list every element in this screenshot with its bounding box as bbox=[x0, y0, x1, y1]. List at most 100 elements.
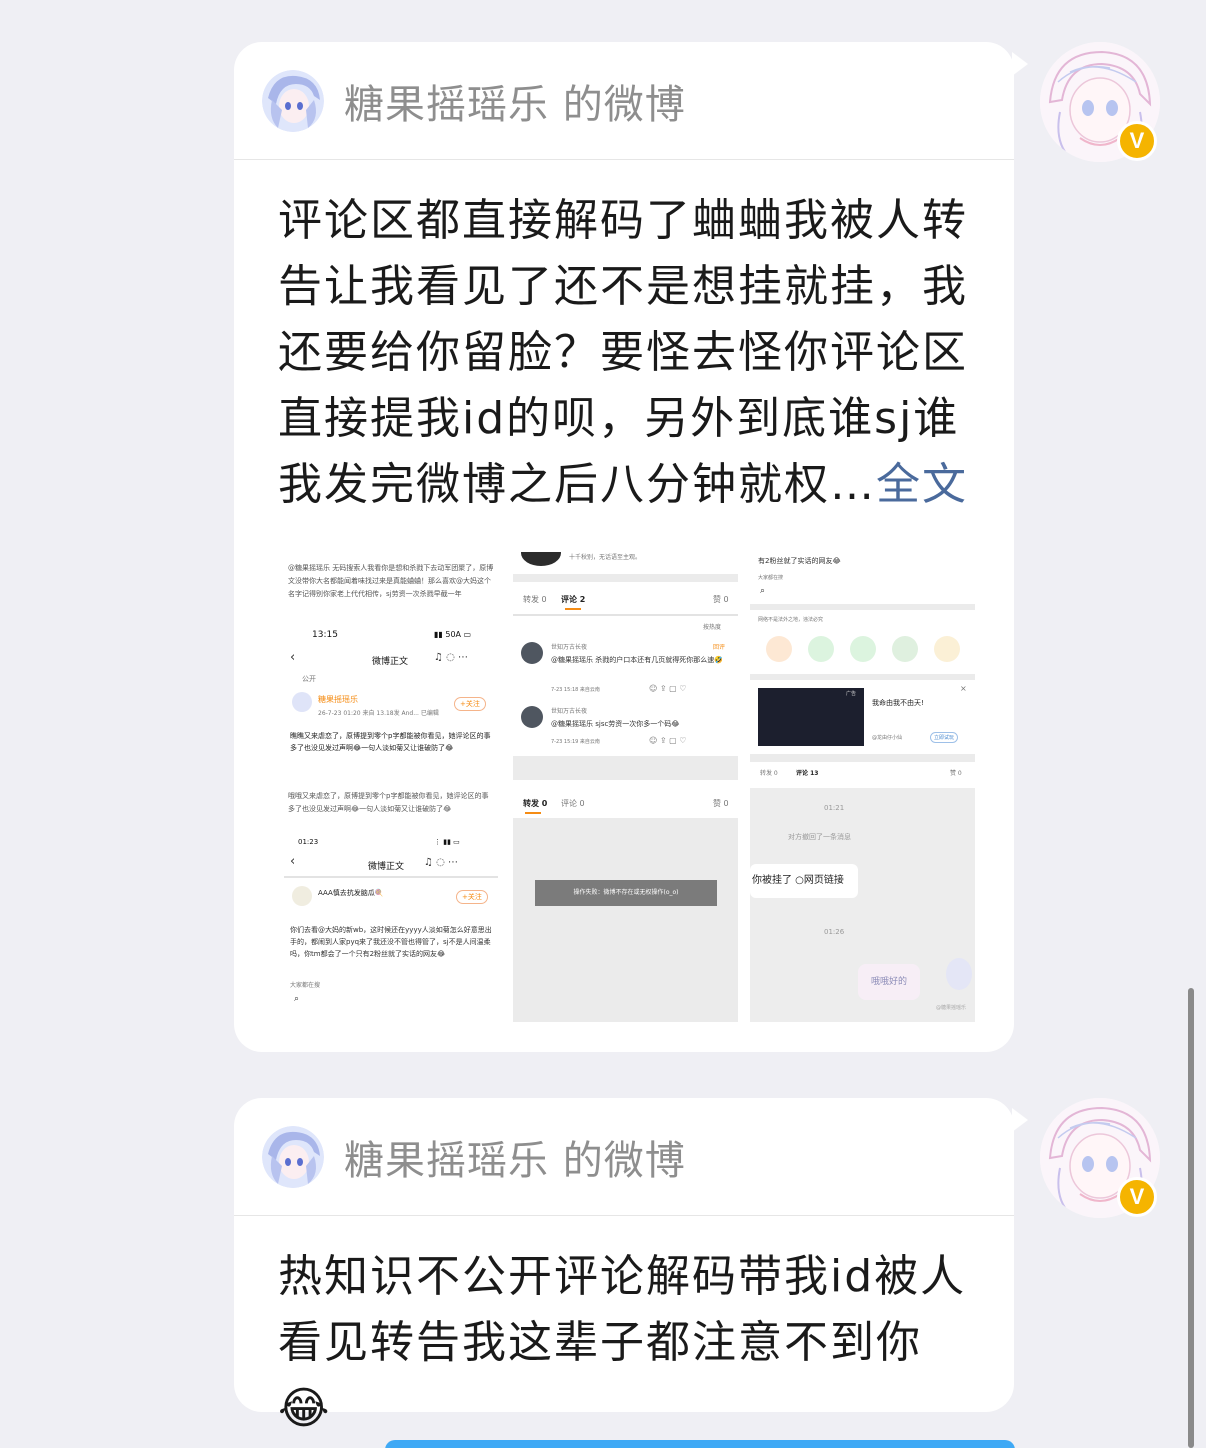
share-moments-icon bbox=[850, 636, 876, 662]
middle-tab2-like: 赞 0 bbox=[713, 799, 729, 808]
right-gap-1 bbox=[750, 604, 975, 610]
post-body: 热知识不公开评论解码带我id被人看见转告我这辈子都注意不到你 bbox=[278, 1251, 967, 1368]
right-share-hint: 网络不是法外之地，违法必究 bbox=[758, 617, 824, 623]
left-back-icon: ‹ bbox=[290, 650, 296, 665]
left-back-icon-2: ‹ bbox=[290, 854, 296, 869]
left-nav-icons-1: ♫ ◌ ⋯ bbox=[434, 652, 469, 663]
left-body-1: 瞧瞧又来虐恋了，原博提到零个p字都能被你看见，她评论区的事多了也没见发过声啊😂一… bbox=[290, 732, 491, 752]
left-caption-top: @糖果摇瑶乐 无码搜索人我看你是想和杀戮下去动军团聚了，原博文没带你大名都能闻着… bbox=[288, 564, 494, 598]
post-text: 评论区都直接解码了蛐蛐我被人转告让我看见了还不是想挂就挂，我还要给你留脸？要怪去… bbox=[234, 160, 1014, 518]
middle-divider-1 bbox=[513, 614, 738, 616]
right-sticker-avatar-icon bbox=[946, 958, 972, 990]
message-card-2[interactable]: 糖果摇瑶乐 的微博 热知识不公开评论解码带我id被人看见转告我这辈子都注意不到你… bbox=[234, 1098, 1028, 1434]
card-header[interactable]: 糖果摇瑶乐 的微博 bbox=[234, 1098, 1014, 1216]
left-poster-name-1: 糖果摇瑶乐 bbox=[318, 695, 358, 704]
middle-c1-text: @糖果摇瑶乐 杀戮的户口本还有几页就得死你那么速🤣 bbox=[551, 656, 723, 664]
middle-empty-area bbox=[513, 818, 738, 1022]
post-body: 评论区都直接解码了蛐蛐我被人转告让我看见了还不是想挂就挂，我还要给你留脸？要怪去… bbox=[278, 195, 968, 510]
middle-tab-repost: 转发 0 bbox=[523, 595, 547, 604]
left-date-1: 26-7-23 01:20 来自 13.18发 And... 已编辑 bbox=[318, 710, 439, 717]
middle-error-toast: 操作失败：微博不存在或无权操作(o_o) bbox=[535, 880, 717, 906]
left-nav-title-1: 微博正文 bbox=[372, 657, 409, 667]
right-chat-sticker: 哦哦好的 bbox=[858, 964, 920, 1000]
left-poster-avatar-icon-2 bbox=[292, 886, 312, 906]
left-time-2: 01:23 bbox=[298, 838, 319, 846]
middle-c2-text: @糖果摇瑶乐 sjsc劳资一次你多一个码😂 bbox=[551, 720, 680, 728]
verified-badge-icon: V bbox=[1117, 1177, 1157, 1217]
middle-tab-underline bbox=[565, 608, 581, 610]
left-public-label: 公开 bbox=[302, 675, 316, 683]
right-top-text: 有2粉丝就了实话的网友😂 bbox=[758, 557, 841, 565]
left-body-2: 你们去看@大妈的新wb，这时候还在yyyy人淡如菊怎么好意思出手的，都闹到人家p… bbox=[290, 926, 492, 958]
middle-tab2-underline bbox=[525, 812, 541, 814]
middle-tab-like: 赞 0 bbox=[713, 595, 729, 604]
right-ad-source: @龙由仔小仙 bbox=[872, 735, 903, 741]
left-signal-icon-2: ⋮ ▮▮ ▭ bbox=[434, 838, 460, 846]
right-search-icon: ⌕ bbox=[760, 586, 766, 596]
bubble-tail bbox=[1012, 52, 1028, 76]
screenshot-middle[interactable]: 十千秋别，无话语至主观。 转发 0 评论 2 赞 0 按热度 世知万古长夜 回评… bbox=[513, 552, 738, 1022]
middle-tab-comment: 评论 2 bbox=[561, 595, 586, 604]
laugh-cry-emoji: 😂 bbox=[278, 1383, 332, 1434]
screenshot-right[interactable]: 有2粉丝就了实话的网友😂 大家都在搜 ⌕ 网络不是法外之地，违法必究 广告 我命… bbox=[750, 552, 975, 1022]
middle-c2-avatar-icon bbox=[521, 706, 543, 728]
left-signal-icon: ▮▮ 50A ▭ bbox=[434, 630, 472, 639]
left-follow-button-1: +关注 bbox=[454, 697, 486, 711]
post-text: 热知识不公开评论解码带我id被人看见转告我这辈子都注意不到你 😂 bbox=[234, 1216, 1014, 1442]
right-chat-bubble: 你被挂了 ○网页链接 bbox=[750, 864, 858, 898]
source-name: 糖果摇瑶乐 的微博 bbox=[344, 81, 686, 128]
right-tab-repost: 转发 0 bbox=[760, 770, 778, 777]
scrollbar[interactable] bbox=[1188, 988, 1194, 1448]
middle-c1-actions: ☺ ⇪ ▢ ♡ bbox=[649, 684, 687, 693]
right-ad-button: 立即试玩 bbox=[930, 732, 959, 743]
right-chat-time-1: 01:21 bbox=[824, 804, 845, 812]
bubble-tail bbox=[1012, 1108, 1028, 1132]
middle-c1-time: 7-23 15:18 来自云南 bbox=[551, 687, 600, 693]
middle-c1-tag: 回评 bbox=[713, 644, 726, 651]
verified-badge-icon: V bbox=[1117, 121, 1157, 161]
middle-tab2-comment: 评论 0 bbox=[561, 799, 585, 808]
source-avatar-icon bbox=[262, 69, 324, 132]
message-card-1[interactable]: 糖果摇瑶乐 的微博 评论区都直接解码了蛐蛐我被人转告让我看见了还不是想挂就挂，我… bbox=[234, 42, 1028, 1052]
left-poster-name-2: AAA慎去抗发脑瓜🍭 bbox=[318, 889, 384, 897]
middle-c1-user: 世知万古长夜 bbox=[551, 644, 588, 651]
middle-c1-avatar-icon bbox=[521, 642, 543, 664]
right-watermark: @糖果摇瑶乐 bbox=[936, 1005, 967, 1011]
left-search-icon: ⌕ bbox=[294, 994, 300, 1004]
share-qzone-icon bbox=[934, 636, 960, 662]
right-ad-close-icon: × bbox=[960, 684, 967, 693]
left-time-1: 13:15 bbox=[312, 630, 338, 640]
full-text-link[interactable]: 全文 bbox=[876, 459, 968, 510]
right-gap-2 bbox=[750, 674, 975, 680]
middle-top-text: 十千秋别，无话语至主观。 bbox=[569, 554, 642, 561]
share-qq-icon bbox=[892, 636, 918, 662]
screenshot-grid[interactable]: @糖果摇瑶乐 无码搜索人我看你是想和杀戮下去动军团聚了，原博文没带你大名都能闻着… bbox=[284, 552, 975, 1022]
middle-sort-label: 按热度 bbox=[703, 624, 722, 631]
left-divider bbox=[284, 876, 498, 878]
left-follow-button-2: +关注 bbox=[456, 890, 488, 904]
right-ad-title: 我命由我不由天! bbox=[872, 699, 924, 707]
next-message-bubble[interactable] bbox=[385, 1440, 1015, 1448]
source-name: 糖果摇瑶乐 的微博 bbox=[344, 1137, 686, 1184]
left-nav-icons-2: ♫ ◌ ⋯ bbox=[424, 857, 459, 868]
middle-gap-2 bbox=[513, 756, 738, 780]
left-nav-title-2: 微博正文 bbox=[368, 862, 405, 872]
source-avatar-icon bbox=[262, 1125, 324, 1188]
middle-top-avatar-icon bbox=[521, 552, 561, 566]
screenshot-left[interactable]: @糖果摇瑶乐 无码搜索人我看你是想和杀戮下去动军团聚了，原博文没带你大名都能闻着… bbox=[284, 552, 498, 1022]
left-poster-avatar-icon bbox=[292, 692, 312, 712]
middle-c2-time: 7-23 15:19 来自云南 bbox=[551, 739, 600, 745]
right-gap-3 bbox=[750, 754, 975, 762]
middle-gap-1 bbox=[513, 574, 738, 582]
right-ad-label: 广告 bbox=[846, 691, 857, 697]
left-footer: 大家都在搜 bbox=[290, 982, 321, 989]
card-header[interactable]: 糖果摇瑶乐 的微博 bbox=[234, 42, 1014, 160]
middle-c2-user: 世知万古长夜 bbox=[551, 708, 588, 715]
middle-c2-actions: ☺ ⇪ ▢ ♡ bbox=[649, 736, 687, 745]
left-caption-mid: 哦哦又来虐恋了，原博提到零个p字都能被你看见，她评论区的事多了也没见发过声啊😂一… bbox=[288, 792, 489, 813]
share-weibo-icon bbox=[766, 636, 792, 662]
right-sub-text: 大家都在搜 bbox=[758, 575, 784, 581]
middle-tab2-repost: 转发 0 bbox=[523, 799, 548, 808]
share-wechat-icon bbox=[808, 636, 834, 662]
right-chat-time-2: 01:26 bbox=[824, 928, 845, 936]
